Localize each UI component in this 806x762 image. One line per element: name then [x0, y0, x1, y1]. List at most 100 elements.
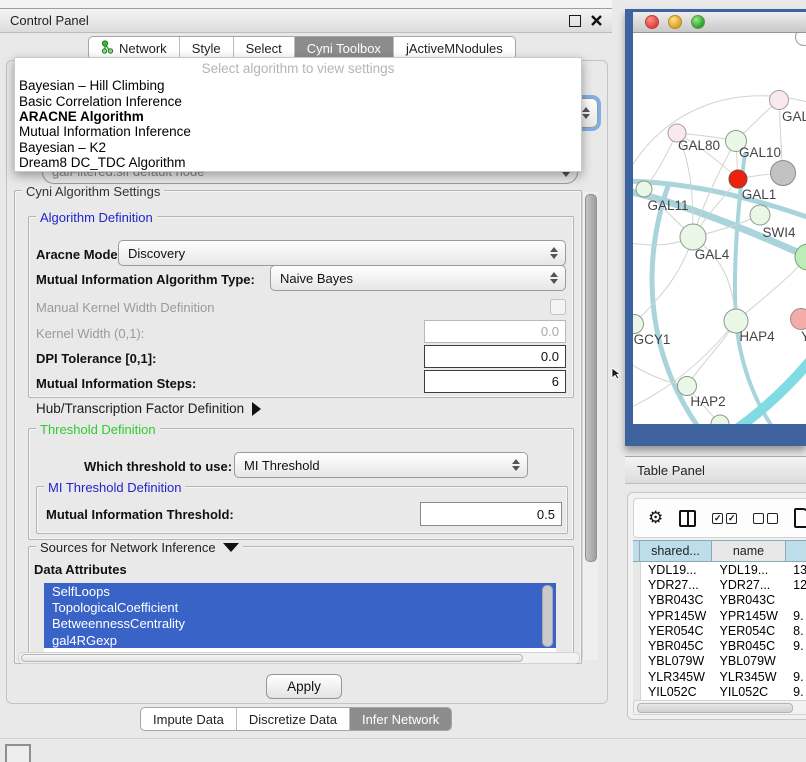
table-cell[interactable]: YPR145W [713, 609, 787, 623]
table-cell[interactable]: YLR345W [713, 670, 787, 684]
table-row[interactable]: YDL19...YDL19...13 [633, 562, 806, 577]
tab-infer-network[interactable]: Infer Network [349, 708, 451, 730]
table-cell[interactable]: YBR043C [641, 593, 713, 607]
algorithm-option[interactable]: Bayesian – K2 [15, 140, 581, 155]
table-cell[interactable]: YBL079W [713, 654, 787, 668]
network-node-gal1[interactable] [750, 205, 770, 225]
zoom-traffic-light-icon[interactable] [691, 15, 705, 29]
network-node-gcy1[interactable] [633, 315, 644, 334]
table-hscrollbar[interactable] [633, 700, 806, 715]
table-cell[interactable]: YDR27... [641, 578, 713, 592]
table-cell[interactable]: 12 [786, 578, 806, 592]
table-row[interactable]: YBR045CYBR045C9. [633, 638, 806, 653]
apply-button[interactable]: Apply [266, 674, 342, 699]
table-cell[interactable]: 13 [786, 563, 806, 577]
network-node-hap2[interactable] [678, 377, 697, 396]
table-cell[interactable]: YLR345W [641, 670, 713, 684]
table-cell[interactable]: YDL19... [713, 563, 787, 577]
docked-panel-icon[interactable] [5, 744, 31, 762]
columns-icon[interactable] [679, 510, 696, 527]
table-cell[interactable]: YER054C [713, 624, 787, 638]
minimize-traffic-light-icon[interactable] [668, 15, 682, 29]
table-cell[interactable]: 9. [786, 609, 806, 623]
table-cell[interactable]: YBR043C [713, 593, 787, 607]
tab-network[interactable]: Network [89, 37, 179, 59]
table-body[interactable]: YDL19...YDL19...13YDR27...YDR27...12YBR0… [633, 562, 806, 700]
network-node[interactable] [796, 33, 806, 46]
attribute-item[interactable]: BetweennessCentrality [44, 616, 556, 632]
kernel-width-field[interactable]: 0.0 [424, 320, 566, 343]
network-node[interactable] [729, 170, 747, 188]
table-cell[interactable]: YBR045C [641, 639, 713, 653]
network-node-y[interactable] [791, 309, 806, 330]
sources-group-title-row[interactable]: Sources for Network Inference [36, 540, 243, 555]
table-cell[interactable]: YER054C [641, 624, 713, 638]
table-cell[interactable]: YBL079W [641, 654, 713, 668]
table-cell[interactable]: 9. [786, 685, 806, 699]
algorithm-option[interactable]: Bayesian – Hill Climbing [15, 78, 581, 93]
table-row[interactable]: YBR043CYBR043C [633, 593, 806, 608]
tab-discretize-data[interactable]: Discretize Data [236, 708, 349, 730]
checked-columns-icon[interactable]: ✓✓ [712, 513, 737, 524]
settings-vscroll-thumb[interactable] [585, 194, 597, 562]
table-hscroll-thumb[interactable] [637, 703, 793, 713]
table-cell[interactable]: 9. [786, 670, 806, 684]
float-icon[interactable] [569, 15, 581, 27]
column-header-shared-name[interactable]: shared... [640, 540, 712, 562]
data-attributes-list[interactable]: SelfLoopsTopologicalCoefficientBetweenne… [44, 583, 556, 652]
manual-kernel-checkbox[interactable] [550, 299, 566, 315]
settings-vscrollbar[interactable] [582, 192, 598, 660]
table-cell[interactable]: YIL052C [713, 685, 787, 699]
attributes-scrollbar[interactable] [542, 585, 553, 647]
attribute-item[interactable]: SelfLoops [44, 583, 556, 599]
tab-jactivemnodules[interactable]: jActiveMNodules [393, 37, 515, 59]
aracne-mode-combo[interactable]: Discovery [118, 240, 566, 266]
network-node[interactable] [771, 161, 796, 186]
table-row[interactable]: YLR345WYLR345W9. [633, 669, 806, 684]
attribute-item[interactable]: gal4RGexp [44, 632, 556, 648]
dpi-tolerance-field[interactable]: 0.0 [424, 345, 566, 368]
mi-type-combo[interactable]: Naive Bayes [270, 265, 566, 291]
hub-definition-section[interactable]: Hub/Transcription Factor Definition [36, 401, 261, 416]
column-header-third[interactable] [786, 540, 806, 562]
algorithm-option[interactable]: ARACNE Algorithm [15, 109, 581, 124]
table-cell[interactable]: YBR045C [713, 639, 787, 653]
close-icon[interactable] [591, 15, 602, 26]
algorithm-option[interactable]: Mutual Information Inference [15, 124, 581, 139]
table-panel-titlebar: Table Panel [625, 456, 806, 484]
network-window-titlebar[interactable] [633, 12, 806, 33]
table-row[interactable]: YBL079WYBL079W [633, 654, 806, 669]
network-canvas[interactable]: GALGAL80GAL10GAL1GAL11GAL4SWI4GCY1HAP4YH… [633, 33, 806, 424]
network-node-gal11[interactable] [636, 181, 652, 197]
table-cell[interactable]: YDL19... [641, 563, 713, 577]
table-row[interactable]: YER054CYER054C8. [633, 623, 806, 638]
table-cell[interactable]: YPR145W [641, 609, 713, 623]
tab-select[interactable]: Select [233, 37, 294, 59]
tab-impute-data[interactable]: Impute Data [141, 708, 236, 730]
unchecked-columns-icon[interactable] [753, 513, 778, 524]
tab-cyni-toolbox[interactable]: Cyni Toolbox [294, 37, 393, 59]
attribute-item[interactable]: TopologicalCoefficient [44, 599, 556, 615]
document-icon[interactable] [794, 508, 806, 528]
tab-style[interactable]: Style [179, 37, 233, 59]
table-row[interactable]: YIL052CYIL052C9. [633, 684, 806, 699]
table-row[interactable]: YDR27...YDR27...12 [633, 577, 806, 592]
mi-steps-field[interactable]: 6 [424, 370, 566, 393]
mi-steps-label: Mutual Information Steps: [36, 376, 196, 391]
column-header-name[interactable]: name [712, 540, 786, 562]
settings-hscrollbar[interactable] [18, 652, 580, 664]
settings-hscroll-thumb[interactable] [21, 654, 523, 662]
algorithm-option[interactable]: Basic Correlation Inference [15, 93, 581, 108]
table-cell[interactable]: YDR27... [713, 578, 787, 592]
table-row[interactable]: YPR145WYPR145W9. [633, 608, 806, 623]
network-node-gal[interactable] [770, 91, 789, 110]
gear-icon[interactable]: ⚙ [648, 508, 663, 528]
table-cell[interactable]: 8. [786, 624, 806, 638]
mi-threshold-field[interactable]: 0.5 [420, 502, 562, 526]
table-cell[interactable]: YIL052C [641, 685, 713, 699]
control-panel-title: Control Panel [10, 13, 89, 28]
algorithm-option[interactable]: Dream8 DC_TDC Algorithm [15, 155, 581, 170]
close-traffic-light-icon[interactable] [645, 15, 659, 29]
which-threshold-combo[interactable]: MI Threshold [234, 452, 528, 478]
table-cell[interactable]: 9. [786, 639, 806, 653]
